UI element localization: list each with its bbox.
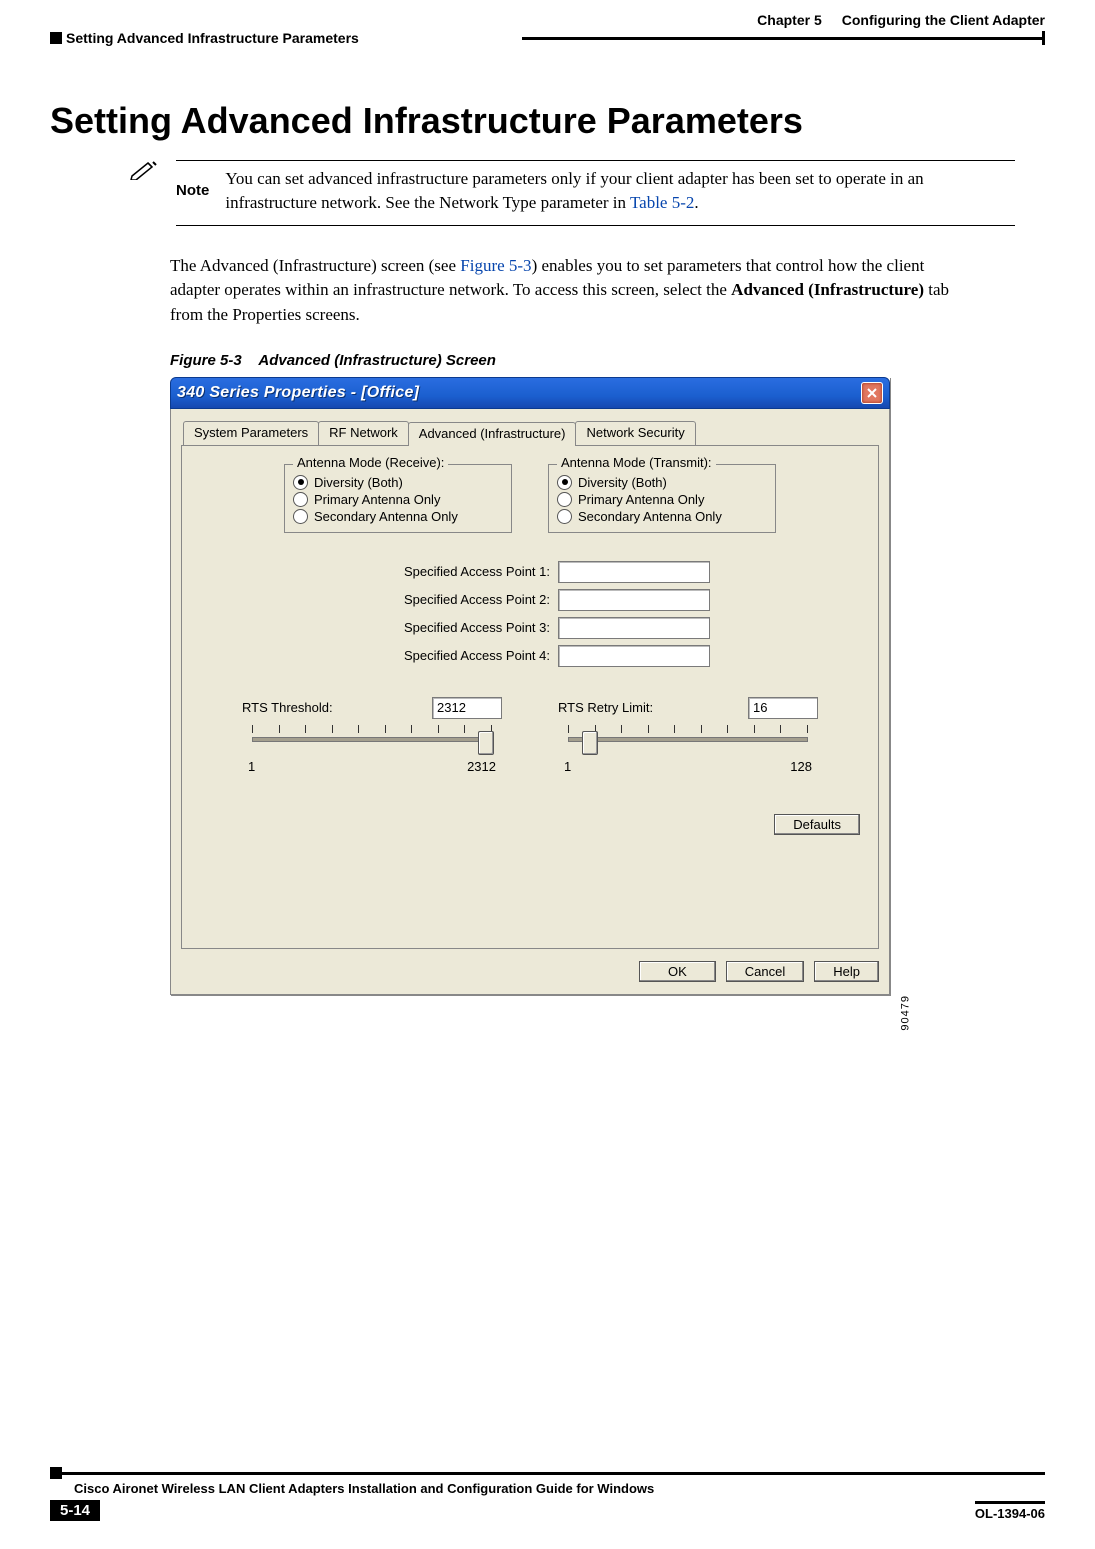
tab-strip: System Parameters RF Network Advanced (I… (183, 421, 879, 445)
tab-network-security[interactable]: Network Security (575, 421, 695, 445)
chapter-title: Configuring the Client Adapter (842, 12, 1045, 28)
radio-label: Primary Antenna Only (314, 492, 440, 507)
header-ornament-square (50, 32, 62, 44)
ap4-label: Specified Access Point 4: (350, 648, 550, 663)
dialog-bottom-buttons: OK Cancel Help (181, 961, 879, 982)
link-figure[interactable]: Figure 5-3 (460, 256, 531, 275)
note-block: Note You can set advanced infrastructure… (130, 160, 1015, 232)
help-button[interactable]: Help (814, 961, 879, 982)
note-text: You can set advanced infrastructure para… (225, 167, 1015, 215)
body-paragraph: The Advanced (Infrastructure) screen (se… (170, 254, 965, 328)
rts-retry-slider[interactable] (558, 723, 818, 757)
radio-label: Diversity (Both) (578, 475, 667, 490)
ap1-label: Specified Access Point 1: (350, 564, 550, 579)
ok-button[interactable]: OK (639, 961, 716, 982)
rts-threshold-value[interactable]: 2312 (432, 697, 502, 719)
dialog-titlebar[interactable]: 340 Series Properties - [Office] (170, 377, 890, 409)
header-tick (1042, 31, 1045, 45)
rts-threshold-slider[interactable] (242, 723, 502, 757)
rts-retry-value[interactable]: 16 (748, 697, 818, 719)
group-antenna-transmit: Antenna Mode (Transmit): Diversity (Both… (548, 464, 776, 533)
radio-rx-diversity[interactable] (293, 475, 308, 490)
properties-dialog: 340 Series Properties - [Office] System … (170, 377, 890, 995)
rts-retry-block: RTS Retry Limit: 16 1 128 (558, 697, 818, 774)
dialog-title: 340 Series Properties - [Office] (177, 384, 419, 402)
radio-tx-diversity[interactable] (557, 475, 572, 490)
tab-rf-network[interactable]: RF Network (318, 421, 409, 445)
page-header: Chapter 5 Configuring the Client Adapter (50, 0, 1045, 28)
page: Chapter 5 Configuring the Client Adapter… (0, 0, 1095, 1549)
rts-retry-min: 1 (564, 759, 571, 774)
ap3-input[interactable] (558, 617, 710, 639)
close-icon[interactable] (861, 382, 883, 404)
figure-caption: Figure 5-3 Advanced (Infrastructure) Scr… (170, 352, 1045, 369)
running-section-title: Setting Advanced Infrastructure Paramete… (66, 30, 359, 46)
rts-threshold-label: RTS Threshold: (242, 700, 333, 715)
note-link-table[interactable]: Table 5-2 (630, 193, 694, 212)
note-rule-bottom (176, 225, 1015, 226)
rts-retry-max: 128 (790, 759, 812, 774)
page-title: Setting Advanced Infrastructure Paramete… (50, 100, 1045, 142)
rts-threshold-block: RTS Threshold: 2312 1 2312 (242, 697, 502, 774)
footer-ornament-square (50, 1467, 62, 1479)
chapter-number: Chapter 5 (757, 12, 822, 28)
note-rule-top (176, 160, 1015, 161)
footer-rule (62, 1472, 1045, 1475)
radio-tx-primary[interactable] (557, 492, 572, 507)
document-id: OL-1394-06 (975, 1501, 1045, 1521)
defaults-button[interactable]: Defaults (774, 814, 860, 835)
figure-image: 340 Series Properties - [Office] System … (170, 377, 900, 995)
radio-label: Secondary Antenna Only (578, 509, 722, 524)
note-icon (130, 160, 158, 180)
group-title-rx: Antenna Mode (Receive): (293, 455, 448, 470)
radio-label: Diversity (Both) (314, 475, 403, 490)
tab-panel: Antenna Mode (Receive): Diversity (Both)… (181, 445, 879, 949)
rts-threshold-min: 1 (248, 759, 255, 774)
rts-retry-label: RTS Retry Limit: (558, 700, 653, 715)
ap1-input[interactable] (558, 561, 710, 583)
radio-rx-secondary[interactable] (293, 509, 308, 524)
cancel-button[interactable]: Cancel (726, 961, 804, 982)
page-footer: Cisco Aironet Wireless LAN Client Adapte… (50, 1465, 1045, 1521)
ap2-label: Specified Access Point 2: (350, 592, 550, 607)
book-title: Cisco Aironet Wireless LAN Client Adapte… (74, 1481, 654, 1496)
ap2-input[interactable] (558, 589, 710, 611)
header-rule (522, 37, 1042, 40)
tab-advanced-infrastructure[interactable]: Advanced (Infrastructure) (408, 422, 577, 446)
group-antenna-receive: Antenna Mode (Receive): Diversity (Both)… (284, 464, 512, 533)
radio-label: Secondary Antenna Only (314, 509, 458, 524)
ap4-input[interactable] (558, 645, 710, 667)
tab-system-parameters[interactable]: System Parameters (183, 421, 319, 445)
radio-label: Primary Antenna Only (578, 492, 704, 507)
ap3-label: Specified Access Point 3: (350, 620, 550, 635)
group-title-tx: Antenna Mode (Transmit): (557, 455, 716, 470)
page-number-badge: 5-14 (50, 1500, 100, 1521)
radio-tx-secondary[interactable] (557, 509, 572, 524)
note-label: Note (176, 167, 209, 215)
rts-threshold-max: 2312 (467, 759, 496, 774)
figure-image-id: 90479 (900, 995, 912, 1031)
access-point-fields: Specified Access Point 1: Specified Acce… (196, 561, 864, 667)
radio-rx-primary[interactable] (293, 492, 308, 507)
